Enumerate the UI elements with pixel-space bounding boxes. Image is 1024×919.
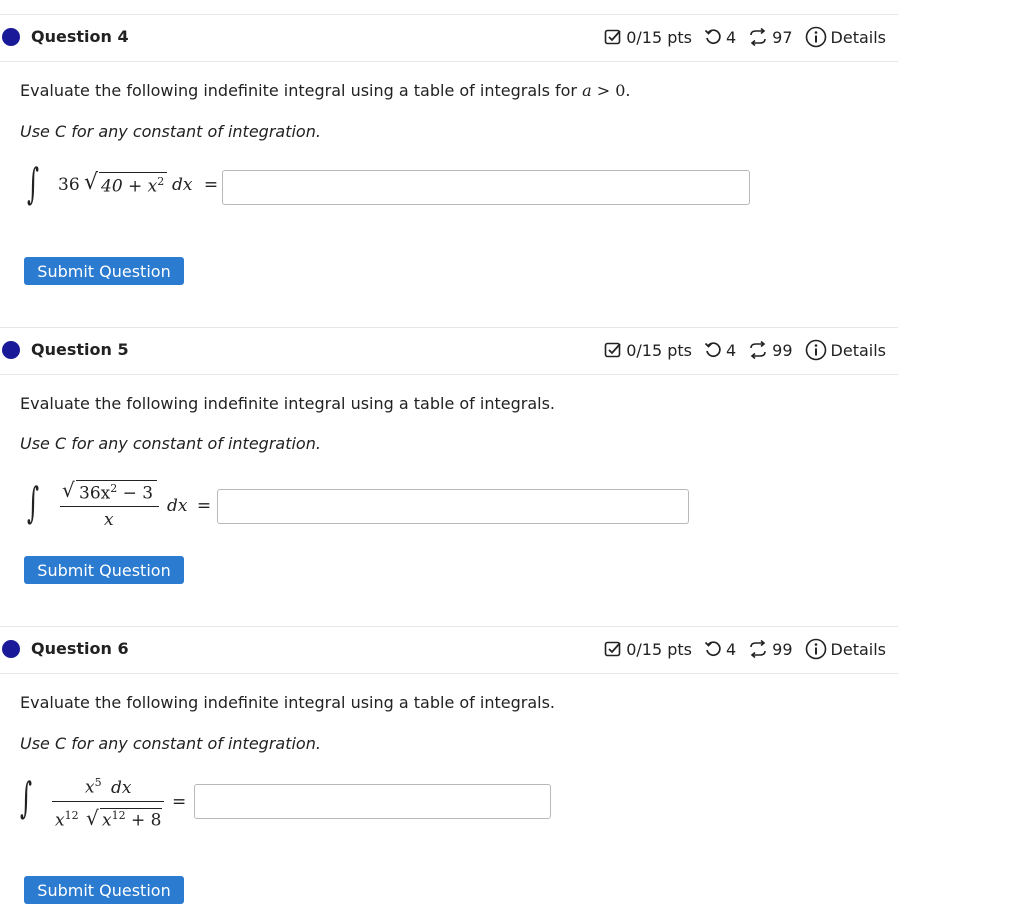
submit-question-button[interactable]: Submit Question [24,257,184,285]
expr-diff-wrap: dx = [172,175,218,195]
checkbox-icon [604,28,622,46]
equals-sign: = [196,496,212,516]
score-text: 0/15 pts [626,639,692,659]
sqrt-sign: √ [84,170,99,195]
sqrt-bar [99,172,167,173]
equals-wrap: = [172,792,186,812]
den-base: x [55,810,65,831]
submit-question-button[interactable]: Submit Question [24,876,184,904]
retry-icon [704,640,722,658]
instruction-text: Use C for any constant of integration. [20,434,321,453]
status-dot-icon [2,640,20,658]
question-title: Question 4 [31,27,129,46]
attempts-icon [748,341,768,359]
prompt-math-var: a [582,81,592,100]
num-radicand: 36x [79,483,111,504]
fraction-line [52,801,164,802]
retry-icon [704,28,722,46]
question-meta: 0/15 pts 4 99 Details [604,637,886,661]
equals-sign: = [172,792,187,812]
fraction-line [60,506,159,507]
retry-icon [704,341,722,359]
retries-count: 4 [725,639,737,659]
attempts-count: 99 [772,340,793,360]
checkbox-icon [604,341,622,359]
num-rest: − 3 [117,483,154,504]
info-icon[interactable] [805,339,827,361]
question-header: Question 4 0/15 pts 4 97 Details [0,14,898,62]
denominator: x [104,510,114,530]
question-header: Question 5 0/15 pts 4 99 Details [0,327,898,375]
info-icon[interactable] [805,26,827,48]
question-prompt: Evaluate the following indefinite integr… [20,693,555,712]
info-icon[interactable] [805,638,827,660]
instruction-text: Use C for any constant of integration. [20,734,321,753]
question-meta: 0/15 pts 4 97 Details [604,25,886,49]
details-link[interactable]: Details [831,341,886,360]
integral-sign: ∫ [27,159,40,208]
num-exp: 5 [94,776,102,789]
expr-coef: 36 [58,175,80,195]
retries-count: 4 [725,340,737,360]
status-dot-icon [2,28,20,46]
submit-question-button[interactable]: Submit Question [24,556,184,584]
status-dot-icon [2,341,20,359]
question-prompt: Evaluate the following indefinite integr… [20,81,630,100]
integral-sign: ∫ [27,478,40,527]
details-link[interactable]: Details [831,28,886,47]
checkbox-icon [604,640,622,658]
expr-radicand-wrap: 40 + x2 [101,175,164,197]
prompt-text: Evaluate the following indefinite integr… [20,81,577,100]
den: x [104,510,114,530]
den-exp: 12 [64,809,79,822]
attempts-icon [748,28,768,46]
question-title: Question 5 [31,340,129,359]
expr-diff: dx [167,496,188,516]
instruction-text: Use C for any constant of integration. [20,122,321,141]
sqrt-sign: √ [86,806,99,830]
integral-expression: 36 [58,175,80,195]
retries-count: 4 [725,27,737,47]
answer-input[interactable] [222,170,750,205]
numerator: 36x2 − 3 [79,482,153,504]
details-link[interactable]: Details [831,640,886,659]
question-meta: 0/15 pts 4 99 Details [604,338,886,362]
den-radicand: x [102,810,112,831]
question-header: Question 6 0/15 pts 4 99 Details [0,626,898,674]
answer-input[interactable] [194,784,551,819]
question-prompt: Evaluate the following indefinite integr… [20,394,555,413]
integral-sign: ∫ [20,773,33,822]
numerator: x5 dx [85,776,131,798]
equals-sign: = [203,175,219,195]
expr-diff: dx [172,175,193,195]
attempts-count: 99 [772,639,793,659]
answer-input[interactable] [217,489,689,524]
attempts-count: 97 [772,27,793,47]
expr-diff-wrap: dx = [167,496,211,516]
denominator: x12 [55,809,79,831]
den-radicand-wrap: x12 + 8 [102,809,161,831]
num-diff: dx [111,777,132,798]
den-rest: + 8 [125,810,162,831]
question-title: Question 6 [31,639,129,658]
expr-exp: 2 [157,175,165,188]
sqrt-bar [76,480,157,481]
score-text: 0/15 pts [626,340,692,360]
sqrt-sign: √ [62,478,75,502]
num-base: x [85,777,95,798]
den-radicand-exp: 12 [111,809,126,822]
attempts-icon [748,640,768,658]
prompt-math-rest: > 0. [591,81,631,100]
score-text: 0/15 pts [626,27,692,47]
expr-radicand: 40 + x [101,176,158,197]
